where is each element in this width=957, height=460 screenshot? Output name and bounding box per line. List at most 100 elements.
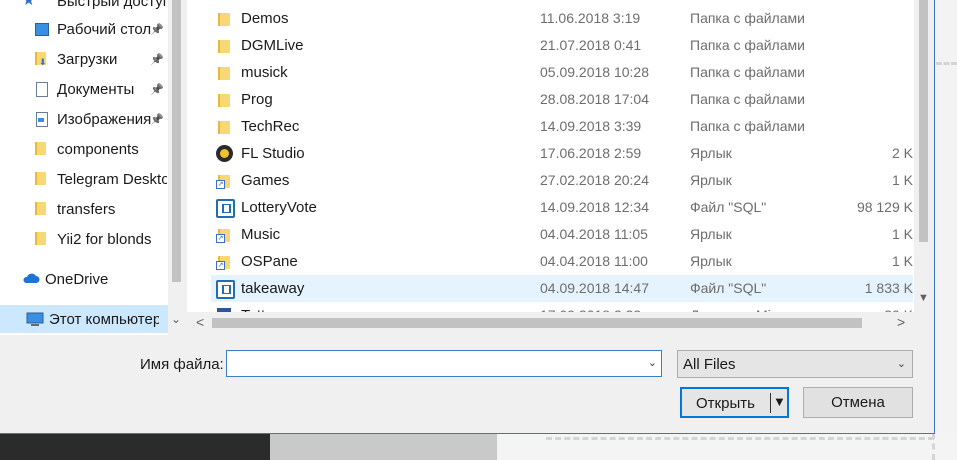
- file-row[interactable]: FL Studio 17.06.2018 2:59 Ярлык 2 K: [211, 140, 913, 167]
- file-size: 1 K: [891, 253, 913, 269]
- file-date: 17.06.2018 2:59: [540, 145, 642, 161]
- folder-icon: [34, 171, 50, 187]
- file-type: Файл "SQL": [690, 280, 767, 296]
- sidebar-item[interactable]: Рабочий стол 📌: [0, 15, 168, 43]
- background-taskbar-area: [0, 433, 270, 460]
- file-date: 11.06.2018 3:19: [540, 10, 641, 26]
- background-dashed-line: [546, 437, 934, 440]
- file-list-horizontal-scrollbar[interactable]: < >: [187, 312, 934, 335]
- sidebar-item[interactable]: Документы 📌: [0, 75, 168, 103]
- file-type: Папка с файлами: [690, 118, 805, 134]
- cloud-icon: [22, 271, 40, 287]
- sidebar-item[interactable]: components: [0, 135, 168, 163]
- folder-shortcut-icon: ↗: [216, 254, 234, 270]
- sidebar-item[interactable]: Telegram Desktop: [0, 165, 168, 193]
- scroll-left-arrow-icon[interactable]: <: [196, 314, 204, 330]
- file-list-horizontal-scroll-thumb[interactable]: [212, 318, 862, 328]
- file-date: 21.07.2018 0:41: [540, 37, 642, 53]
- file-name: TechRec: [241, 118, 300, 135]
- file-size: 2 K: [891, 145, 913, 161]
- file-type: Файл "SQL": [690, 199, 767, 215]
- cancel-button[interactable]: Отмена: [803, 387, 913, 418]
- file-list: Demos 11.06.2018 3:19 Папка с файлами DGMLi…: [187, 0, 934, 335]
- folder-icon: [216, 119, 234, 135]
- pin-icon: 📌: [150, 83, 164, 96]
- file-name: DGMLive: [241, 37, 304, 54]
- file-date: 14.09.2018 3:39: [540, 118, 642, 134]
- chevron-down-icon[interactable]: ⌄: [648, 356, 657, 369]
- sidebar-item[interactable]: OneDrive: [0, 265, 168, 293]
- chevron-down-icon[interactable]: ⌄: [897, 357, 906, 370]
- sidebar-item[interactable]: ⬇ Загрузки 📌: [0, 45, 168, 73]
- file-name: Music: [241, 226, 281, 243]
- desktop-folder-icon: [34, 21, 50, 37]
- downloads-folder-icon: ⬇: [34, 51, 50, 67]
- file-date: 27.02.2018 20:24: [540, 172, 649, 188]
- file-size: 1 833 K: [864, 280, 913, 296]
- sidebar-item[interactable]: Yii2 for blonds: [0, 225, 168, 253]
- open-button-label: Открыть: [696, 395, 755, 412]
- open-button[interactable]: Открыть ▼: [680, 387, 789, 418]
- sidebar-item-label: transfers: [57, 200, 116, 218]
- scroll-right-arrow-icon[interactable]: >: [897, 314, 905, 330]
- navigation-pane: ★ Быстрый доступ Рабочий стол 📌 ⬇ Загрузки 📌 До…: [0, 0, 186, 335]
- open-dropdown-arrow-icon[interactable]: ▼: [773, 394, 786, 409]
- file-row[interactable]: LotteryVote 14.09.2018 12:34 Файл "SQL" 98 …: [211, 194, 913, 221]
- file-name: Prog: [241, 91, 273, 108]
- file-list-vertical-scrollbar[interactable]: ▼: [914, 0, 934, 312]
- sidebar-item[interactable]: Изображения 📌: [0, 105, 168, 133]
- file-row[interactable]: ↗ Music 04.04.2018 11:05 Ярлык 1 K: [211, 221, 913, 248]
- folder-icon: [216, 11, 234, 27]
- file-date: 14.09.2018 12:34: [540, 199, 649, 215]
- folder-icon: [34, 231, 50, 247]
- file-date: 04.04.2018 11:05: [540, 226, 648, 242]
- folder-icon: [216, 38, 234, 54]
- navigation-vertical-scrollbar[interactable]: ⌄: [168, 0, 186, 335]
- chevron-down-icon[interactable]: ⌄: [171, 312, 181, 326]
- sidebar-item-label: Этот компьютер: [49, 310, 159, 328]
- file-type: Папка с файлами: [690, 91, 805, 107]
- open-button-divider: [770, 393, 771, 413]
- folder-icon: [34, 201, 50, 217]
- fl-studio-icon: [216, 145, 234, 162]
- file-row[interactable]: takeaway 04.09.2018 14:47 Файл "SQL" 1 833 …: [211, 275, 913, 302]
- file-name: FL Studio: [241, 145, 305, 162]
- sidebar-item-label: components: [57, 140, 139, 158]
- file-size: 1 K: [891, 226, 913, 242]
- file-type-filter-value: All Files: [683, 356, 736, 373]
- file-type: Папка с файлами: [690, 64, 805, 80]
- file-list-vertical-scroll-thumb[interactable]: [919, 0, 928, 242]
- navigation-scroll-thumb[interactable]: [172, 0, 181, 282]
- file-date: 05.09.2018 10:28: [540, 64, 649, 80]
- sidebar-item[interactable]: ★ Быстрый доступ: [0, 0, 168, 15]
- file-row[interactable]: ↗ OSPane 04.04.2018 11:00 Ярлык 1 K: [211, 248, 913, 275]
- filename-label: Имя файла:: [140, 356, 224, 373]
- file-name: Games: [241, 172, 290, 189]
- file-row[interactable]: Prog 28.08.2018 17:04 Папка с файлами: [211, 86, 913, 113]
- sidebar-item[interactable]: Этот компьютер: [0, 305, 168, 333]
- file-row[interactable]: TechRec 14.09.2018 3:39 Папка с файлами: [211, 113, 913, 140]
- file-row[interactable]: musick 05.09.2018 10:28 Папка с файлами: [211, 59, 913, 86]
- pin-icon: 📌: [150, 23, 164, 36]
- sidebar-item[interactable]: transfers: [0, 195, 168, 223]
- file-row[interactable]: Demos 11.06.2018 3:19 Папка с файлами: [211, 5, 913, 32]
- documents-folder-icon: [34, 81, 50, 97]
- file-size: 1 K: [891, 172, 913, 188]
- file-name: OSPane: [241, 253, 298, 270]
- file-type: Ярлык: [690, 145, 732, 161]
- scroll-down-arrow-icon[interactable]: ▼: [918, 292, 929, 304]
- file-date: 04.04.2018 11:00: [540, 253, 648, 269]
- background-gray-area: [270, 433, 497, 460]
- file-row[interactable]: DGMLive 21.07.2018 0:41 Папка с файлами: [211, 32, 913, 59]
- file-name: musick: [241, 64, 288, 81]
- sidebar-item-label: Yii2 for blonds: [57, 230, 152, 248]
- filename-input[interactable]: ⌄: [226, 350, 662, 377]
- background-dashed-line: [932, 433, 935, 460]
- file-row[interactable]: ↗ Games 27.02.2018 20:24 Ярлык 1 K: [211, 167, 913, 194]
- pin-icon: 📌: [150, 113, 164, 126]
- file-name: Demos: [241, 10, 289, 27]
- file-type-filter-select[interactable]: All Files ⌄: [677, 350, 913, 378]
- file-name: LotteryVote: [241, 199, 317, 216]
- sidebar-item-label: Быстрый доступ: [57, 0, 167, 10]
- pin-icon: 📌: [150, 53, 164, 66]
